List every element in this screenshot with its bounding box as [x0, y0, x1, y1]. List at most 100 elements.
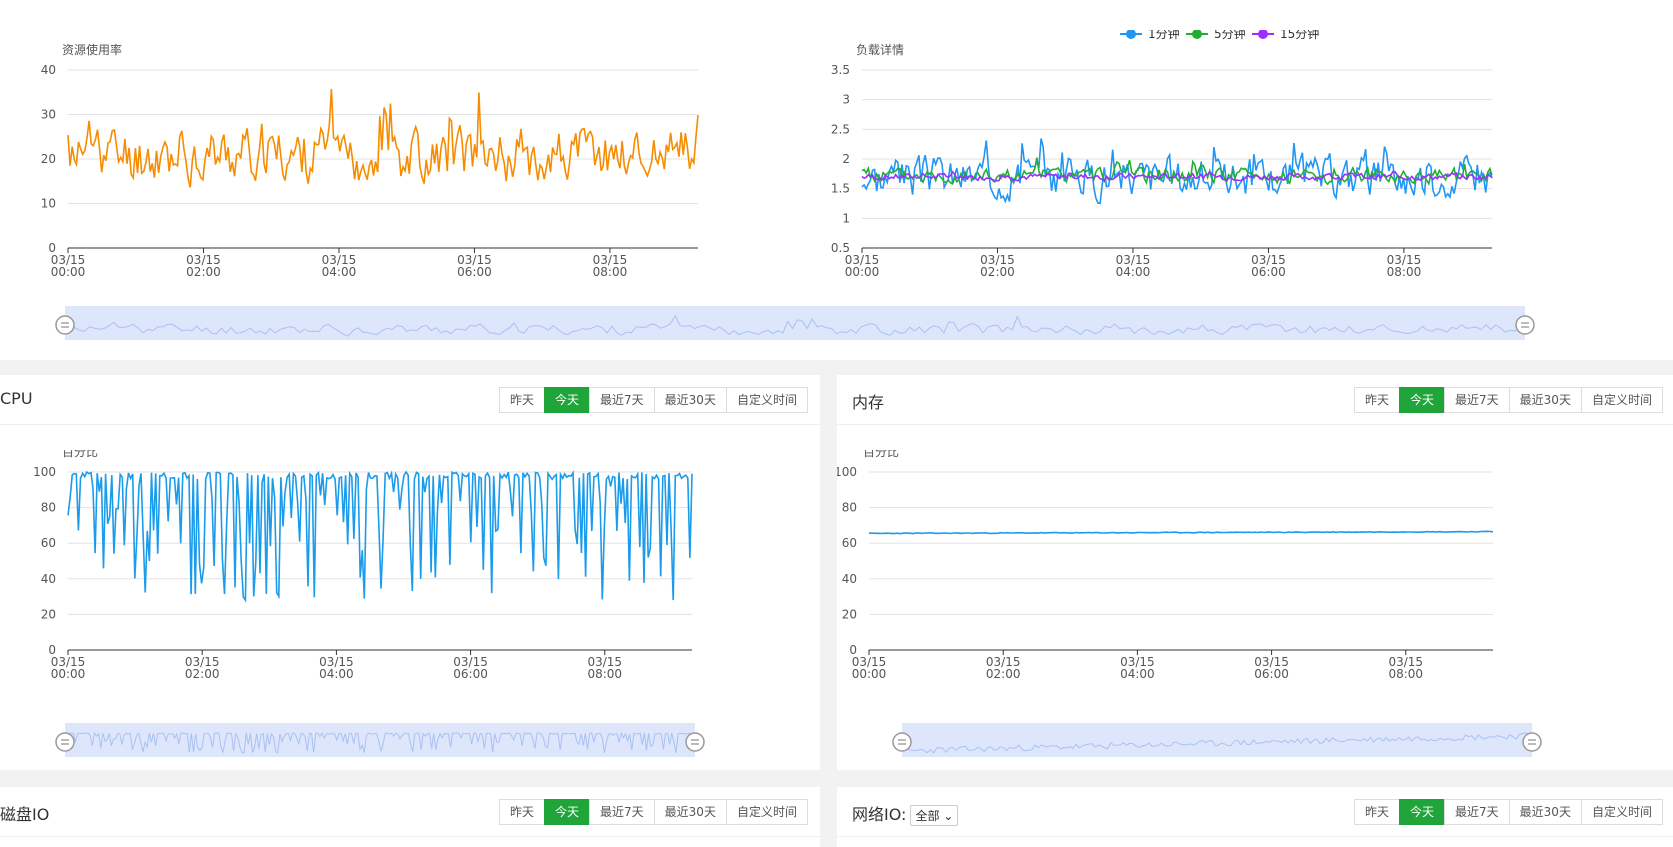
legend-label: 15分钟 [1280, 30, 1319, 41]
zoom-left-handle[interactable] [892, 732, 912, 752]
load-y-tick: 2.5 [831, 122, 850, 136]
handle-grip-icon [1522, 732, 1542, 752]
disk_card-btn-1[interactable]: 今天 [544, 799, 591, 825]
zoom-right-handle[interactable] [1522, 732, 1542, 752]
resource-x-tick-time: 04:00 [322, 265, 357, 279]
memory-time-range-buttons: 昨天 今天 最近7天 最近30天 自定义时间 [1354, 387, 1663, 413]
memory-x-tick-time: 08:00 [1388, 667, 1423, 681]
zoom-left-handle[interactable] [55, 315, 75, 335]
load-detail-chart: 负载详情0.511.522.533.503/1500:0003/1502:000… [831, 30, 1493, 279]
network_card-btn-0[interactable]: 昨天 [1354, 799, 1401, 825]
chevron-down-icon: ⌄ [943, 809, 954, 823]
cpu_card-btn-1[interactable]: 今天 [544, 387, 591, 413]
cpu-x-tick-time: 08:00 [587, 667, 622, 681]
memory_card-btn-2[interactable]: 最近7天 [1444, 387, 1510, 413]
network_card-btn-4[interactable]: 自定义时间 [1580, 799, 1663, 825]
handle-grip-icon [55, 315, 75, 335]
cpu-y-tick: 40 [41, 572, 56, 586]
memory-axis-label: 百分比 [863, 450, 899, 459]
zoom-left-handle[interactable] [55, 732, 75, 752]
memory_card-btn-1[interactable]: 今天 [1399, 387, 1446, 413]
load-y-tick: 1 [842, 211, 850, 225]
cpu-time-range-buttons: 昨天 今天 最近7天 最近30天 自定义时间 [499, 387, 808, 413]
cpu_card-btn-2[interactable]: 最近7天 [589, 387, 655, 413]
memory-x-tick-time: 04:00 [1120, 667, 1155, 681]
handle-grip-icon [55, 732, 75, 752]
cpu_card-btn-0[interactable]: 昨天 [499, 387, 546, 413]
memory-card-header: 内存 昨天 今天 最近7天 最近30天 自定义时间 [837, 375, 1673, 425]
legend-item-2[interactable]: 15分钟 [1252, 30, 1319, 41]
memory-x-tick-time: 00:00 [852, 667, 887, 681]
disk-io-time-range-buttons: 昨天 今天 最近7天 最近30天 自定义时间 [499, 799, 808, 825]
legend-marker [1126, 30, 1136, 39]
network_card-btn-3[interactable]: 最近30天 [1508, 799, 1582, 825]
load-series-0 [861, 138, 1493, 205]
memory-card: 内存 昨天 今天 最近7天 最近30天 自定义时间 百分比 0 20 40 60 80 100 03/… [837, 375, 1673, 770]
cpu-axis-label: 百分比 [62, 450, 98, 459]
memory-x-tick-time: 02:00 [986, 667, 1021, 681]
load-x-tick-time: 06:00 [1251, 265, 1286, 279]
load-x-tick-time: 04:00 [1116, 265, 1151, 279]
zoom-right-handle[interactable] [685, 732, 705, 752]
disk_card-btn-2[interactable]: 最近7天 [589, 799, 655, 825]
resource-y-tick: 10 [41, 197, 56, 211]
memory-chart: 百分比02040608010003/1500:0003/1502:0003/15… [837, 450, 1494, 681]
cpu_card-btn-4[interactable]: 自定义时间 [725, 387, 808, 413]
memory-zoom-slider[interactable] [887, 720, 1587, 760]
memory-y-tick: 20 [842, 607, 857, 621]
disk-io-title: 磁盘IO [0, 805, 50, 824]
memory-y-tick: 80 [842, 501, 857, 515]
cpu-y-tick: 60 [41, 536, 56, 550]
resource-usage-chart: 资源使用率01020304003/1500:0003/1502:0003/150… [41, 42, 699, 279]
cpu-card-header: CPU 昨天 今天 最近7天 最近30天 自定义时间 [0, 375, 820, 425]
cpu-x-tick-time: 00:00 [51, 667, 86, 681]
resource-x-tick-time: 08:00 [593, 265, 628, 279]
cpu-y-tick: 100 [33, 465, 56, 479]
resource-x-tick-time: 00:00 [51, 265, 86, 279]
cpu-x-tick-time: 04:00 [319, 667, 354, 681]
resource-y-tick: 30 [41, 108, 56, 122]
load-x-tick-time: 08:00 [1387, 265, 1422, 279]
memory-x-tick-time: 06:00 [1254, 667, 1289, 681]
cpu_card-btn-3[interactable]: 最近30天 [653, 387, 727, 413]
network-select-value: 全部 [915, 809, 940, 823]
memory_card-btn-3[interactable]: 最近30天 [1508, 387, 1582, 413]
resource-x-tick-time: 02:00 [186, 265, 221, 279]
cpu-card: CPU 昨天 今天 最近7天 最近30天 自定义时间 百分比 0 20 40 60 80 100 03… [0, 375, 820, 770]
disk_card-btn-4[interactable]: 自定义时间 [725, 799, 808, 825]
resource-series-0 [67, 88, 699, 188]
zoom-right-handle[interactable] [1515, 315, 1535, 335]
disk_card-btn-3[interactable]: 最近30天 [653, 799, 727, 825]
load-axis-label: 负载详情 [856, 42, 904, 57]
cpu-zoom-slider[interactable] [50, 720, 750, 760]
disk_card-btn-0[interactable]: 昨天 [499, 799, 546, 825]
resource-y-tick: 40 [41, 63, 56, 77]
zoom-range-fill [65, 306, 1525, 340]
legend-item-1[interactable]: 5分钟 [1186, 30, 1246, 41]
load-y-tick: 1.5 [831, 182, 850, 196]
legend-label: 5分钟 [1214, 30, 1246, 41]
memory_card-btn-0[interactable]: 昨天 [1354, 387, 1401, 413]
load-y-tick: 3.5 [831, 63, 850, 77]
cpu-series-0 [67, 470, 693, 603]
disk-io-card-header: 磁盘IO 昨天 今天 最近7天 最近30天 自定义时间 [0, 787, 820, 837]
cpu-y-tick: 20 [41, 607, 56, 621]
memory_card-btn-4[interactable]: 自定义时间 [1580, 387, 1663, 413]
load-x-tick-time: 00:00 [845, 265, 880, 279]
network_card-btn-2[interactable]: 最近7天 [1444, 799, 1510, 825]
resource-x-tick-time: 06:00 [457, 265, 492, 279]
memory-title: 内存 [852, 393, 885, 412]
network-io-label: 网络IO: [852, 805, 907, 824]
top-zoom-slider[interactable] [50, 303, 1673, 343]
cpu-title: CPU [0, 389, 33, 408]
legend-marker [1258, 30, 1268, 39]
memory-y-tick: 40 [842, 572, 857, 586]
cpu-chart: 百分比02040608010003/1500:0003/1502:0003/15… [33, 450, 693, 681]
handle-grip-icon [1515, 315, 1535, 335]
legend-item-0[interactable]: 1分钟 [1120, 30, 1180, 41]
network_card-btn-1[interactable]: 今天 [1399, 799, 1446, 825]
load-y-tick: 3 [842, 93, 850, 107]
memory-series-0 [868, 530, 1494, 535]
resource-y-tick: 20 [41, 152, 56, 166]
network-io-time-range-buttons: 昨天 今天 最近7天 最近30天 自定义时间 [1354, 799, 1663, 825]
